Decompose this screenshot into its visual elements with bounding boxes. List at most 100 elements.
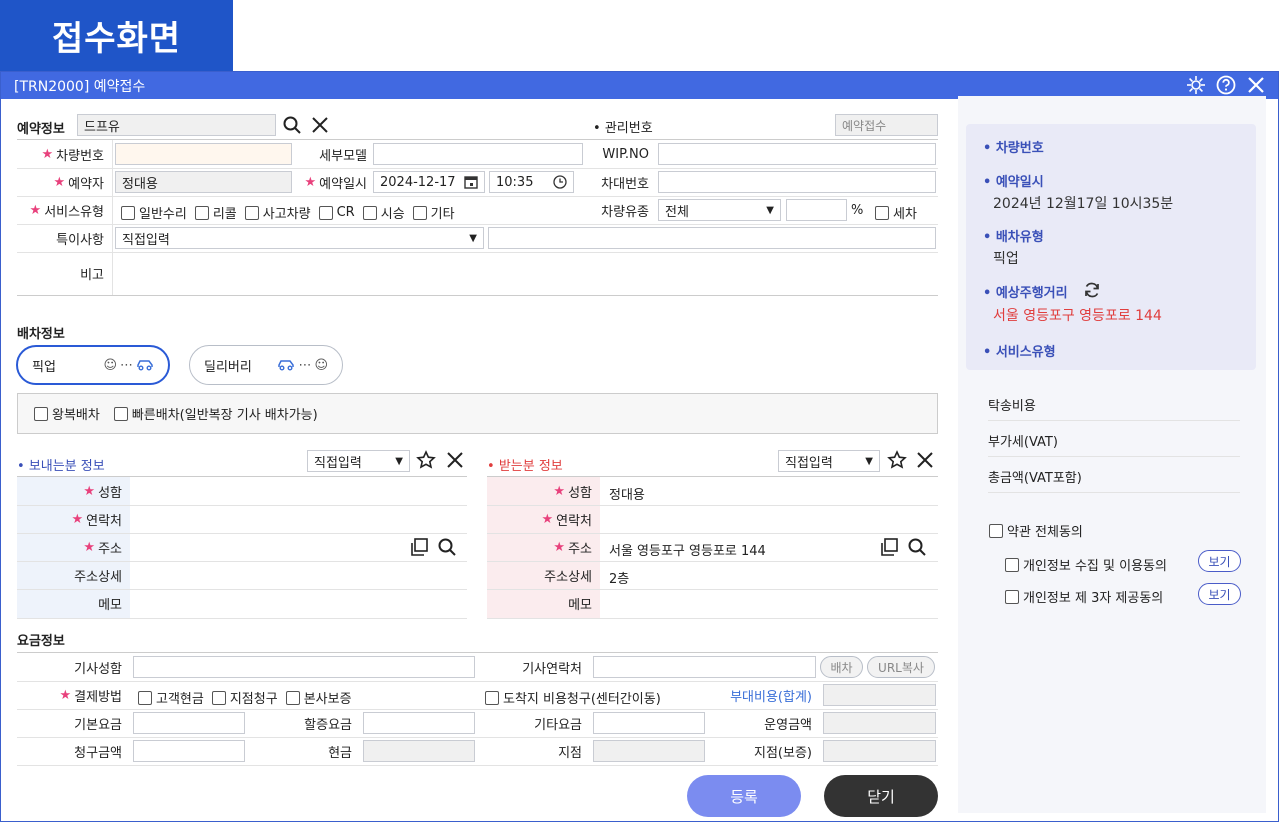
star-icon[interactable] — [416, 450, 436, 470]
agree-third-checkbox[interactable]: 개인정보 제 3자 제공동의 — [1005, 587, 1163, 606]
reserve-search-input[interactable]: 드프유 — [77, 114, 276, 136]
receiver-name-value[interactable]: 정대용 — [609, 484, 645, 503]
reserver-field: 정대용 — [115, 171, 292, 193]
car-no-input[interactable] — [115, 143, 292, 165]
search-icon[interactable] — [437, 537, 457, 557]
time-value: 10:35 — [496, 174, 534, 190]
round-trip-checkbox[interactable]: 왕복배차 — [34, 404, 100, 423]
clear-icon[interactable] — [310, 115, 330, 135]
receiver-addr-detail-label: 주소상세 — [544, 569, 592, 585]
service-option[interactable]: 시승 — [362, 203, 405, 222]
wash-checkbox[interactable]: 세차 — [875, 203, 917, 222]
detail-model-label: 세부모델 — [319, 148, 367, 164]
special-input[interactable] — [488, 227, 936, 249]
pay-option-cash[interactable]: 고객현금 — [138, 688, 204, 707]
url-copy-button[interactable]: URL복사 — [867, 656, 935, 678]
side-service-type-label: • 서비스유형 — [983, 345, 1056, 360]
mgmt-no-label-text: 관리번호 — [604, 121, 653, 136]
extra-fee-label: 부대비용(합계) — [730, 689, 812, 705]
help-icon[interactable] — [1216, 75, 1236, 95]
base-fee-input[interactable] — [133, 712, 245, 734]
receiver-addr-detail-value[interactable]: 2층 — [609, 568, 629, 587]
extra-fee-field — [823, 684, 936, 706]
service-option[interactable]: 사고차량 — [244, 203, 311, 222]
dispatch-options-box: 왕복배차 빠른배차(일반복장 기사 배차가능) — [17, 393, 938, 434]
chassis-input[interactable] — [658, 171, 936, 193]
sender-memo-label: 메모 — [98, 597, 122, 613]
branch-label: 지점 — [558, 745, 582, 761]
percent-input[interactable] — [786, 199, 847, 221]
car-type-label: 차량유종 — [601, 204, 649, 220]
side-dispatch-type-label: • 배차유형 — [983, 230, 1044, 245]
service-option[interactable]: 리콜 — [194, 203, 237, 222]
pay-method-label: ★ 결제방법 — [59, 687, 123, 705]
car-icon — [137, 360, 153, 371]
register-button[interactable]: 등록 — [687, 775, 801, 817]
time-picker[interactable]: 10:35 — [489, 171, 574, 193]
car-type-select[interactable]: 전체 ▼ — [658, 199, 781, 221]
titlebar-icons — [1186, 75, 1266, 95]
other-fee-label: 기타요금 — [534, 717, 582, 733]
pickup-icons: ☺ ⋯ — [103, 358, 154, 373]
reserver-label: ★ 예약자 — [53, 174, 104, 192]
search-icon[interactable] — [907, 537, 927, 557]
chevron-down-icon: ▼ — [766, 204, 774, 216]
view-collect-button[interactable]: 보기 — [1198, 550, 1241, 572]
delivery-option[interactable]: 딜리버리 ⋯ ☺ — [189, 345, 343, 385]
billing-input[interactable] — [133, 740, 245, 762]
surcharge-input[interactable] — [363, 712, 475, 734]
reserve-section-title: 예약정보 — [17, 122, 65, 137]
dispatch-button[interactable]: 배차 — [820, 656, 863, 678]
sender-contact-label: ★ 연락처 — [71, 511, 122, 529]
branch-guarantee-field — [823, 740, 936, 762]
copy-icon[interactable] — [879, 537, 899, 557]
service-option[interactable]: CR — [318, 203, 355, 222]
chevron-down-icon: ▼ — [865, 455, 873, 467]
branch-guarantee-label: 지점(보증) — [754, 745, 812, 761]
receiver-addr-value[interactable]: 서울 영등포구 영등포로 144 — [609, 540, 766, 559]
pay-option-branch[interactable]: 지점청구 — [211, 688, 278, 707]
date-picker[interactable]: 2024-12-17 — [373, 171, 485, 193]
chevron-down-icon: ▼ — [469, 232, 477, 244]
cash-field — [363, 740, 475, 762]
detail-model-input[interactable] — [373, 143, 583, 165]
receiver-title: • 받는분 정보 — [487, 459, 563, 474]
close-button[interactable]: 닫기 — [824, 775, 938, 817]
search-icon[interactable] — [282, 115, 302, 135]
driver-name-input[interactable] — [133, 656, 475, 678]
driver-contact-input[interactable] — [593, 656, 816, 678]
reserve-grid: ★ 차량번호 세부모델 WIP.NO ★ 예약자 정대용 ★ 예약일시 2024-12… — [17, 140, 938, 296]
reservation-window: [TRN2000] 예약접수 예약정보 드프유 • 관리번호 예약접수 ★ 차량번… — [0, 71, 1279, 822]
star-icon[interactable] — [887, 450, 907, 470]
clear-icon[interactable] — [445, 450, 465, 470]
sender-select[interactable]: 직접입력 ▼ — [307, 450, 410, 472]
agree-collect-checkbox[interactable]: 개인정보 수집 및 이용동의 — [1005, 555, 1167, 574]
other-fee-input[interactable] — [593, 712, 705, 734]
operating-field — [823, 712, 936, 734]
agree-all-checkbox[interactable]: 약관 전체동의 — [989, 521, 1083, 540]
close-icon[interactable] — [1246, 75, 1266, 95]
wip-input[interactable] — [658, 143, 936, 165]
car-icon — [278, 360, 295, 371]
service-option[interactable]: 기타 — [412, 203, 455, 222]
summary-panel: • 차량번호 • 예약일시 2024년 12월17일 10시35분 • 배차유형… — [958, 96, 1266, 813]
side-datetime-value: 2024년 12월17일 10시35분 — [993, 196, 1174, 212]
fee-grid: 기사성함 기사연락처 배차 URL복사 ★ 결제방법 고객현금 지점청구 본사보증… — [17, 652, 938, 766]
settings-icon[interactable] — [1186, 75, 1206, 95]
quick-dispatch-checkbox[interactable]: 빠른배차(일반복장 기사 배차가능) — [113, 404, 318, 423]
service-options: 일반수리 리콜 사고차량 CR 시승 기타 — [121, 203, 455, 222]
copy-icon[interactable] — [409, 537, 429, 557]
receiver-addr-label: ★ 주소 — [553, 539, 592, 557]
pay-option-hq[interactable]: 본사보증 — [285, 688, 352, 707]
dest-charge-checkbox[interactable]: 도착지 비용청구(센터간이동) — [485, 688, 661, 707]
percent-label: % — [851, 203, 864, 218]
person-icon: ☺ — [314, 357, 328, 373]
pickup-option[interactable]: 픽업 ☺ ⋯ — [16, 345, 170, 385]
special-select[interactable]: 직접입력 ▼ — [115, 227, 484, 249]
view-third-button[interactable]: 보기 — [1198, 583, 1241, 605]
service-option[interactable]: 일반수리 — [121, 203, 187, 222]
receiver-select[interactable]: 직접입력 ▼ — [778, 450, 880, 472]
clear-icon[interactable] — [915, 450, 935, 470]
refresh-icon[interactable] — [1083, 281, 1101, 299]
base-fee-label: 기본요금 — [74, 717, 122, 733]
